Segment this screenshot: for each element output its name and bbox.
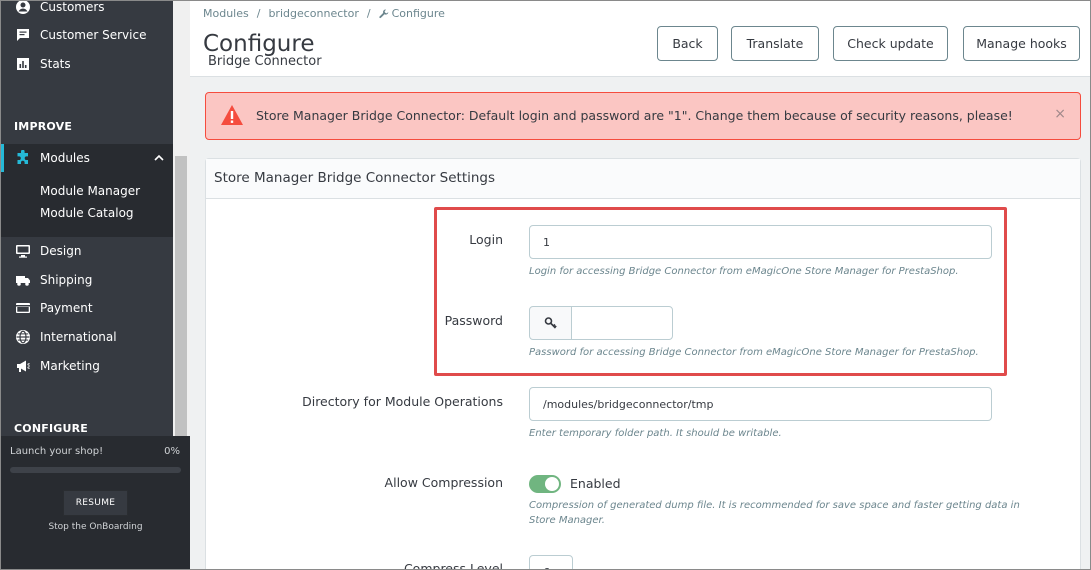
breadcrumb-bridgeconnector[interactable]: bridgeconnector <box>268 7 358 20</box>
sidebar-item-shipping[interactable]: Shipping <box>1 266 173 294</box>
sidebar-subitem-module-catalog[interactable]: Module Catalog <box>40 206 134 220</box>
compression-help-line2: Store Manager. <box>529 515 605 526</box>
directory-input[interactable] <box>529 387 992 421</box>
sidebar-item-marketing[interactable]: Marketing <box>1 352 173 380</box>
compression-label: Allow Compression <box>384 475 503 490</box>
sidebar-item-label: Marketing <box>40 359 100 373</box>
sidebar: Customers Customer Service Stats IMPROVE… <box>1 0 190 569</box>
warning-icon <box>220 104 244 126</box>
resume-button[interactable]: RESUME <box>63 490 128 516</box>
login-input[interactable] <box>529 225 992 259</box>
login-help: Login for accessing Bridge Connector fro… <box>529 266 959 277</box>
close-icon[interactable]: × <box>1054 106 1066 122</box>
breadcrumb-modules[interactable]: Modules <box>203 7 249 20</box>
sidebar-item-label: International <box>40 330 117 344</box>
active-indicator <box>1 144 4 172</box>
monitor-icon <box>15 243 31 259</box>
sidebar-item-stats[interactable]: Stats <box>1 50 173 78</box>
check-update-button[interactable]: Check update <box>833 26 948 61</box>
compression-state: Enabled <box>570 476 621 491</box>
chat-icon <box>15 27 31 43</box>
directory-label: Directory for Module Operations <box>302 394 503 409</box>
sidebar-item-design[interactable]: Design <box>1 237 173 265</box>
panel-header: Store Manager Bridge Connector Settings <box>206 159 1080 199</box>
stats-icon <box>15 56 31 72</box>
manage-hooks-button[interactable]: Manage hooks <box>963 26 1080 61</box>
megaphone-icon <box>15 358 31 374</box>
password-label: Password <box>444 313 503 328</box>
breadcrumb-separator: / <box>366 7 371 20</box>
login-label: Login <box>469 232 503 247</box>
sidebar-item-payment[interactable]: Payment <box>1 294 173 322</box>
globe-icon <box>15 329 31 345</box>
onboarding-label: Launch your shop! <box>10 446 104 457</box>
sidebar-item-label: Customer Service <box>40 28 147 42</box>
sidebar-item-customers[interactable]: Customers <box>1 0 173 21</box>
sidebar-scrollbar[interactable] <box>173 1 190 436</box>
sidebar-item-label: Design <box>40 244 82 258</box>
breadcrumb: Modules / bridgeconnector / Configure <box>203 7 445 20</box>
settings-panel: Store Manager Bridge Connector Settings … <box>205 158 1081 570</box>
truck-icon <box>15 272 31 288</box>
alert-message: Store Manager Bridge Connector: Default … <box>256 108 1013 123</box>
section-title-improve: IMPROVE <box>14 120 73 133</box>
compression-help-line1: Compression of generated dump file. It i… <box>529 500 1020 511</box>
toggle-knob <box>545 477 559 491</box>
compress-level-input[interactable] <box>529 555 573 569</box>
breadcrumb-separator: / <box>256 7 261 20</box>
back-button[interactable]: Back <box>657 26 718 61</box>
breadcrumb-configure: Configure <box>391 7 445 20</box>
security-alert: Store Manager Bridge Connector: Default … <box>205 92 1081 140</box>
page-header: Modules / bridgeconnector / Configure Co… <box>190 1 1090 77</box>
chevron-up-icon[interactable] <box>153 152 165 164</box>
customers-icon <box>15 1 31 15</box>
modules-group: Modules Module Manager Module Catalog <box>1 144 173 237</box>
compression-toggle[interactable] <box>529 475 561 493</box>
password-addon <box>529 306 572 340</box>
puzzle-icon <box>15 150 31 166</box>
sidebar-item-label: Shipping <box>40 273 93 287</box>
sidebar-item-label: Stats <box>40 57 71 71</box>
scrollbar-thumb[interactable] <box>175 156 187 436</box>
sidebar-item-international[interactable]: International <box>1 323 173 351</box>
onboarding-percent: 0% <box>164 446 180 457</box>
password-input[interactable] <box>571 306 673 340</box>
page-subtitle: Bridge Connector <box>208 54 322 69</box>
sidebar-subitem-module-manager[interactable]: Module Manager <box>40 184 140 198</box>
key-icon <box>544 316 558 330</box>
compress-level-label: Compress Level <box>403 561 503 570</box>
wrench-icon <box>378 9 392 19</box>
directory-help: Enter temporary folder path. It should b… <box>529 428 782 439</box>
translate-button[interactable]: Translate <box>731 26 819 61</box>
section-title-configure: CONFIGURE <box>14 422 88 435</box>
onboarding-progress-bar <box>10 467 181 473</box>
panel-title: Store Manager Bridge Connector Settings <box>214 170 496 186</box>
credit-card-icon <box>15 300 31 316</box>
app-window: Customers Customer Service Stats IMPROVE… <box>0 0 1091 570</box>
sidebar-item-label: Payment <box>40 301 93 315</box>
sidebar-item-modules[interactable]: Modules <box>1 144 173 172</box>
sidebar-item-customer-service[interactable]: Customer Service <box>1 21 173 49</box>
onboarding-panel: Launch your shop! 0% RESUME Stop the OnB… <box>1 436 190 569</box>
password-help: Password for accessing Bridge Connector … <box>529 347 979 358</box>
sidebar-item-label: Customers <box>40 0 105 14</box>
stop-onboarding-link[interactable]: Stop the OnBoarding <box>1 522 190 532</box>
sidebar-item-label: Modules <box>40 151 90 165</box>
